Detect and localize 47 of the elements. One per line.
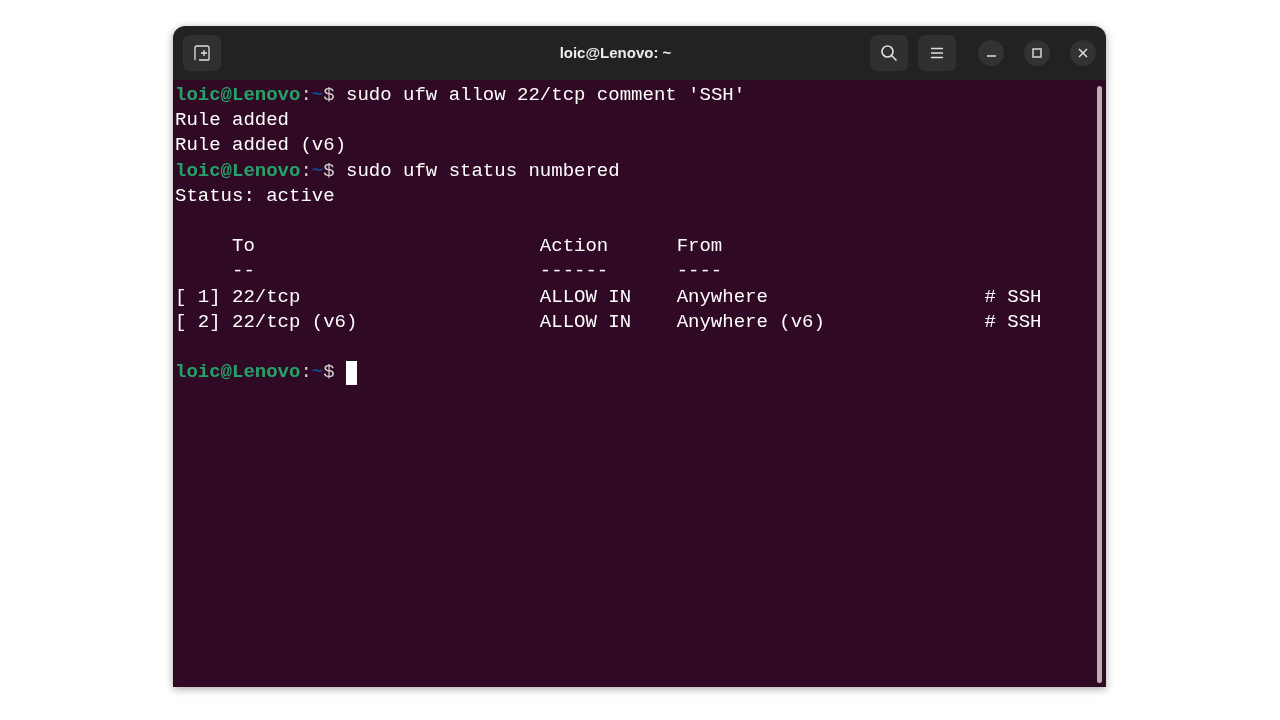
prompt-separator: :	[300, 158, 312, 184]
new-tab-button[interactable]	[183, 35, 221, 71]
prompt-separator: :	[300, 360, 312, 386]
prompt-symbol: $	[323, 83, 335, 108]
search-icon	[880, 44, 898, 62]
minimize-icon	[986, 55, 996, 57]
table-cell: [ 1]	[175, 285, 221, 308]
table-cell: From	[676, 235, 723, 258]
output-text: Status: active	[175, 183, 335, 209]
maximize-button[interactable]	[1024, 40, 1050, 66]
maximize-icon	[1032, 48, 1042, 58]
table-cell: # SSH	[984, 285, 1042, 308]
prompt-path: ~	[311, 83, 324, 108]
table-cell: ALLOW IN	[539, 285, 632, 308]
prompt-user: loic@Lenovo	[175, 360, 301, 386]
table-cell: [ 2]	[175, 310, 221, 333]
table-cell: --	[232, 260, 255, 283]
prompt-user: loic@Lenovo	[175, 83, 301, 108]
prompt-symbol: $	[323, 360, 335, 386]
search-button[interactable]	[870, 35, 908, 71]
table-cell: Anywhere	[676, 285, 768, 308]
window-title: loic@Lenovo: ~	[559, 42, 672, 63]
minimize-button[interactable]	[978, 40, 1004, 66]
output-text: Rule added (v6)	[175, 133, 347, 159]
prompt-path: ~	[311, 158, 324, 184]
prompt-path: ~	[311, 360, 324, 386]
command-text: sudo ufw status numbered	[346, 158, 620, 184]
prompt-user: loic@Lenovo	[175, 158, 301, 184]
menu-button[interactable]	[918, 35, 956, 71]
table-cell: Anywhere (v6)	[676, 310, 825, 333]
table-cell: # SSH	[984, 310, 1042, 333]
table-cell: ------	[539, 260, 609, 283]
command-text: sudo ufw allow 22/tcp comment 'SSH'	[346, 83, 746, 108]
table-cell: Action	[539, 235, 609, 258]
prompt-separator: :	[300, 83, 312, 108]
close-icon	[1078, 48, 1088, 58]
menu-icon	[930, 47, 944, 59]
scrollbar[interactable]	[1097, 86, 1102, 683]
new-tab-icon	[193, 45, 211, 61]
prompt-symbol: $	[323, 158, 335, 184]
table-cell: ALLOW IN	[539, 310, 632, 333]
table-cell: 22/tcp	[232, 285, 301, 308]
table-cell: 22/tcp (v6)	[232, 310, 358, 333]
table-cell: To	[232, 235, 255, 258]
output-text: Rule added	[175, 108, 290, 134]
table-cell: ----	[676, 260, 723, 283]
close-button[interactable]	[1070, 40, 1096, 66]
